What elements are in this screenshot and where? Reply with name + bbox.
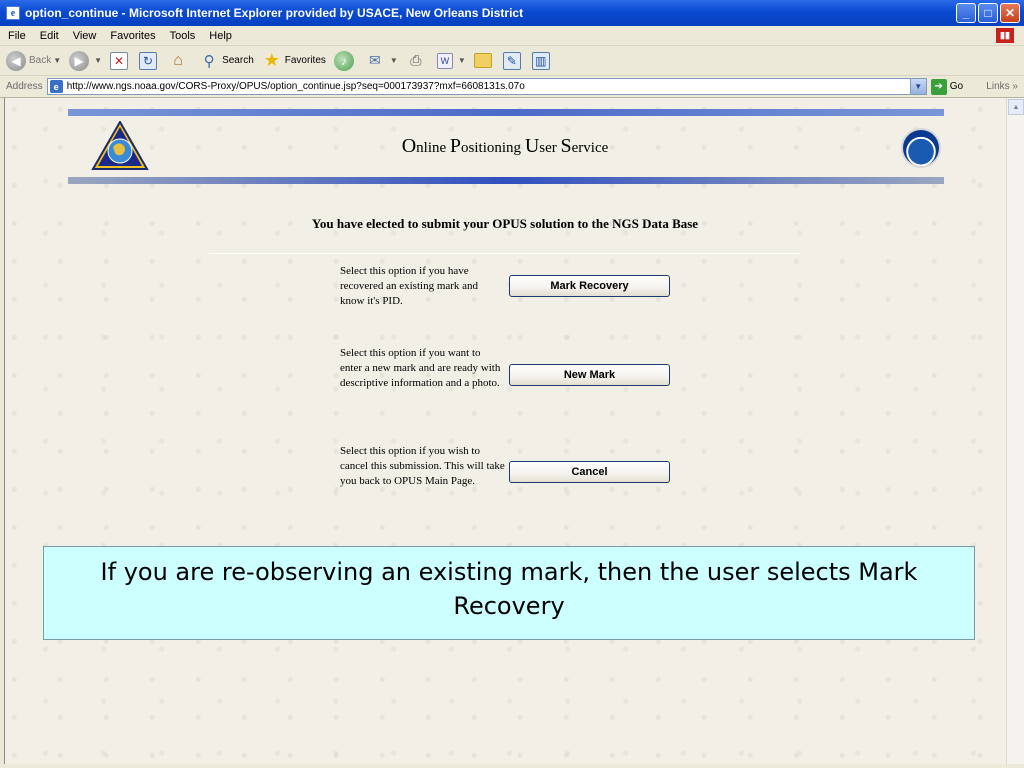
search-label: Search [222, 55, 254, 66]
chevron-down-icon: ▼ [53, 56, 62, 65]
address-input[interactable]: e http://www.ngs.noaa.gov/CORS-Proxy/OPU… [46, 78, 927, 95]
forward-arrow-icon: ▶ [69, 50, 90, 71]
window-controls: _ □ ✕ [956, 3, 1020, 23]
cancel-button[interactable]: Cancel [509, 461, 670, 483]
menu-bar: File Edit View Favorites Tools Help ▮▮ [0, 26, 1024, 46]
menu-help[interactable]: Help [209, 30, 232, 42]
print-button[interactable]: ⎙ [406, 51, 429, 71]
go-button[interactable]: ➔ Go [930, 78, 964, 95]
back-label: Back [29, 55, 52, 66]
go-arrow-icon: ➔ [930, 78, 947, 95]
window-title: option_continue - Microsoft Internet Exp… [25, 6, 524, 20]
refresh-button[interactable]: ↻ [139, 51, 160, 70]
address-label: Address [6, 81, 43, 92]
banner-top-rule [68, 109, 944, 116]
media-button[interactable]: ♪ [333, 50, 357, 71]
chevron-down-icon: ▼ [457, 56, 466, 65]
refresh-icon: ↻ [139, 51, 158, 70]
close-icon[interactable]: ✕ [1000, 3, 1020, 23]
title-initial: P [449, 135, 462, 157]
book-icon: ▥ [531, 51, 550, 70]
title-word: nline [416, 140, 447, 156]
menu-edit[interactable]: Edit [40, 30, 59, 42]
stop-icon: ✕ [110, 51, 129, 70]
menu-view[interactable]: View [73, 30, 97, 42]
page-viewport: Online Positioning User Service You have… [4, 98, 1006, 764]
media-icon: ♪ [333, 50, 354, 71]
callout-box: If you are re-observing an existing mark… [43, 546, 975, 640]
mail-icon: ✉ [369, 52, 381, 68]
opus-banner-title: Online Positioning User Service [305, 135, 705, 158]
title-initial: O [401, 135, 417, 157]
links-label: Links [986, 81, 1010, 92]
chevron-down-icon: ▼ [389, 56, 398, 65]
chevron-down-icon[interactable]: ▼ [909, 79, 926, 94]
research-icon: ✎ [502, 51, 521, 70]
folder-icon [473, 53, 492, 68]
address-bar: Address e http://www.ngs.noaa.gov/CORS-P… [0, 76, 1024, 98]
go-label: Go [949, 81, 964, 92]
edit-button[interactable]: W ▼ [436, 52, 466, 69]
minimize-icon[interactable]: _ [956, 3, 976, 23]
forward-button[interactable]: ▶ ▼ [69, 50, 103, 71]
option-new-mark-text: Select this option if you want to enter … [340, 347, 501, 389]
library-button[interactable]: ▥ [531, 51, 553, 70]
search-button[interactable]: ⚲ Search [199, 51, 254, 71]
title-word: ervice [571, 140, 609, 156]
word-icon: W [436, 52, 453, 69]
stop-button[interactable]: ✕ [110, 51, 131, 70]
page-heading: You have elected to submit your OPUS sol… [311, 216, 699, 231]
vertical-scrollbar[interactable]: ▲ [1006, 98, 1024, 764]
scroll-up-icon[interactable]: ▲ [1008, 99, 1024, 115]
banner-bottom-rule [68, 177, 944, 184]
chevron-down-icon: ▼ [94, 56, 103, 65]
folder-button[interactable] [473, 53, 495, 68]
option-mark-recovery-text: Select this option if you have recovered… [340, 265, 479, 307]
back-arrow-icon: ◀ [6, 50, 26, 71]
menu-tools[interactable]: Tools [170, 30, 196, 42]
home-button[interactable]: ⌂ [168, 51, 191, 71]
printer-icon: ⎙ [410, 52, 422, 68]
home-icon: ⌂ [173, 51, 183, 69]
toolbar: ◀ Back ▼ ▶ ▼ ✕ ↻ ⌂ ⚲ Search ★ Favorites … [0, 46, 1024, 76]
address-url: http://www.ngs.noaa.gov/CORS-Proxy/OPUS/… [66, 81, 525, 92]
links-button[interactable]: Links » [986, 81, 1018, 92]
mail-button[interactable]: ✉ ▼ [365, 51, 398, 71]
menu-file[interactable]: File [8, 30, 26, 42]
title-initial: S [560, 135, 572, 157]
noaa-logo-icon [901, 128, 941, 168]
usace-logo-icon: ▮▮ [996, 28, 1014, 43]
page-icon: e [49, 80, 63, 93]
maximize-icon[interactable]: □ [978, 3, 998, 23]
divider [209, 253, 801, 254]
ie-icon: e [6, 6, 20, 20]
menu-favorites[interactable]: Favorites [110, 30, 155, 42]
back-button[interactable]: ◀ Back ▼ [6, 50, 62, 71]
title-word: ser [539, 140, 557, 156]
favorites-label: Favorites [284, 55, 326, 66]
new-mark-button[interactable]: New Mark [509, 364, 670, 386]
option-cancel-text: Select this option if you wish to cancel… [340, 445, 505, 487]
ngs-logo-icon [91, 121, 149, 170]
window-titlebar: e option_continue - Microsoft Internet E… [0, 0, 1024, 26]
research-button[interactable]: ✎ [502, 51, 524, 70]
favorites-button[interactable]: ★ Favorites [262, 50, 326, 71]
search-icon: ⚲ [203, 52, 215, 70]
star-icon: ★ [263, 50, 280, 70]
title-word: ositioning [461, 140, 522, 156]
title-initial: U [524, 135, 540, 157]
mark-recovery-button[interactable]: Mark Recovery [509, 275, 670, 297]
